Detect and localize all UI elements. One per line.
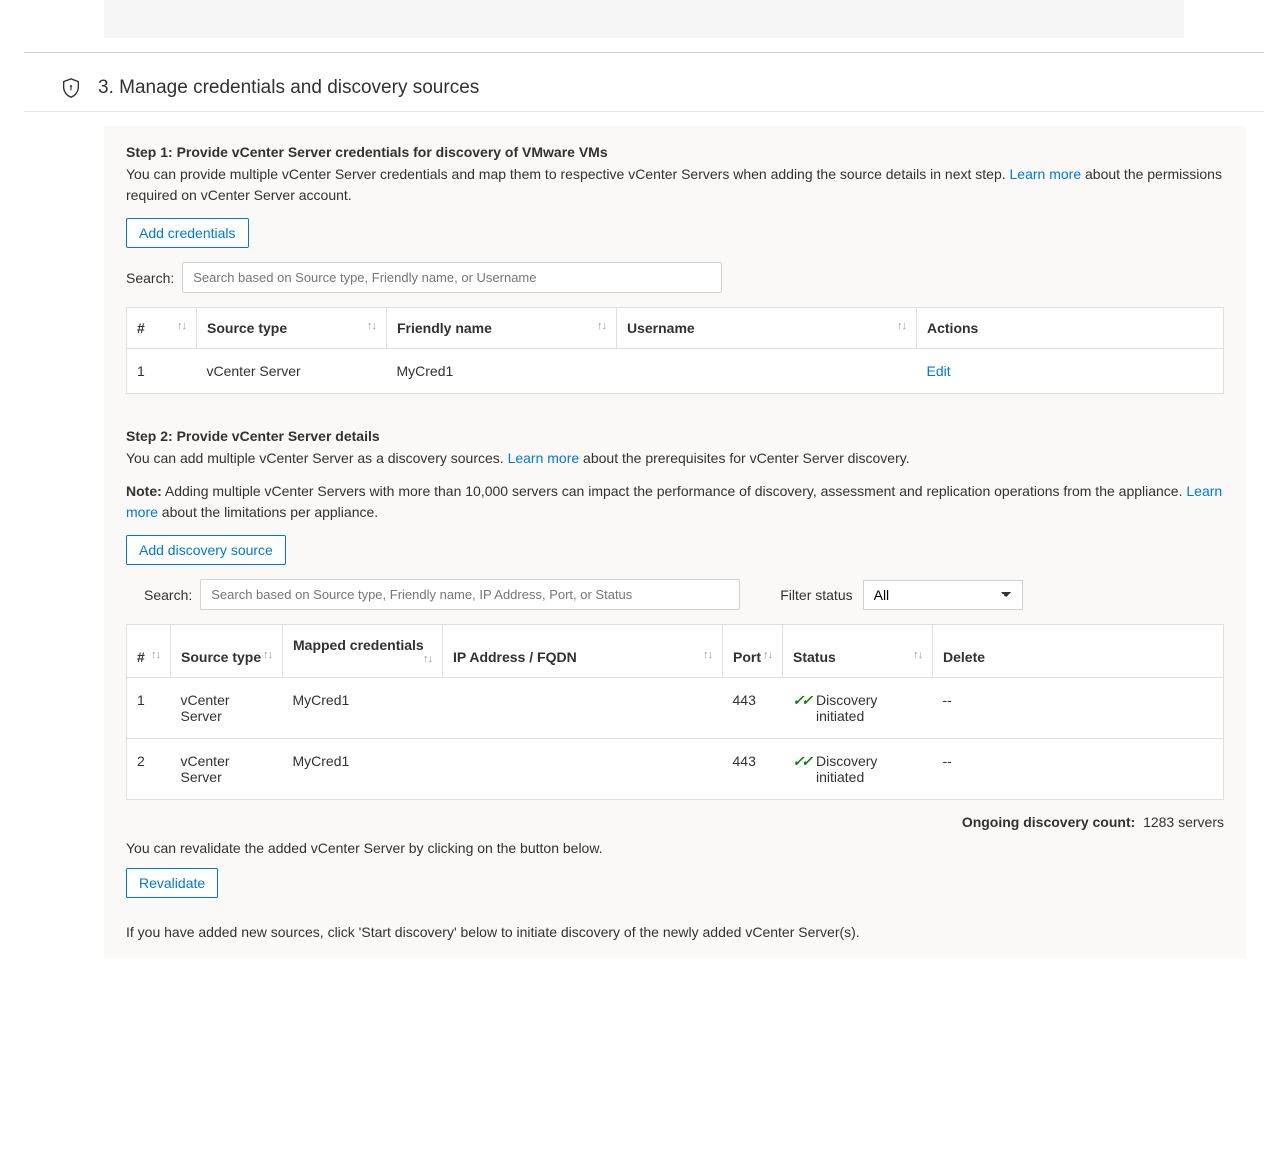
cell-ip — [443, 678, 723, 739]
step1-learn-more-link[interactable]: Learn more — [1010, 166, 1082, 182]
page-title: 3. Manage credentials and discovery sour… — [98, 77, 479, 99]
col-num-label: # — [137, 649, 145, 665]
note-post: about the limitations per appliance. — [158, 504, 378, 520]
revalidate-button[interactable]: Revalidate — [126, 868, 218, 898]
status-text: Discovery initiated — [816, 692, 923, 724]
filter-status-label: Filter status — [780, 587, 852, 603]
col-source-type[interactable]: Source type ↑↓ — [197, 308, 387, 349]
step2-note: Note: Adding multiple vCenter Servers wi… — [126, 481, 1224, 523]
note-label: Note: — [126, 483, 162, 499]
col-source-label: Source type — [207, 320, 287, 336]
cell-delete: -- — [933, 739, 1224, 800]
cell-ip — [443, 739, 723, 800]
col-actions-label: Actions — [927, 320, 978, 336]
status-text: Discovery initiated — [816, 753, 923, 785]
cell-mapped: MyCred1 — [283, 739, 443, 800]
cell-num: 1 — [127, 349, 197, 394]
sort-icon: ↑↓ — [177, 320, 186, 332]
cell-status: ✓✓ Discovery initiated — [783, 739, 933, 800]
table-row: 1 vCenter Server MyCred1 Edit — [127, 349, 1224, 394]
col-delete: Delete — [933, 625, 1224, 678]
step2-learn-more-link[interactable]: Learn more — [508, 450, 580, 466]
cell-source: vCenter Server — [197, 349, 387, 394]
cell-mapped: MyCred1 — [283, 678, 443, 739]
sort-icon: ↑↓ — [913, 649, 922, 661]
cell-delete: -- — [933, 678, 1224, 739]
revalidate-text: You can revalidate the added vCenter Ser… — [126, 840, 1224, 856]
col-username[interactable]: Username ↑↓ — [617, 308, 917, 349]
divider — [24, 52, 1264, 53]
col-ip-label: IP Address / FQDN — [453, 649, 577, 665]
cell-friendly: MyCred1 — [387, 349, 617, 394]
sources-table: # ↑↓ Source type↑↓ Mapped credentials↑↓ … — [126, 624, 1224, 800]
sort-icon: ↑↓ — [367, 320, 376, 332]
col-num[interactable]: # ↑↓ — [127, 625, 171, 678]
col-delete-label: Delete — [943, 649, 985, 665]
step2-description: You can add multiple vCenter Server as a… — [126, 448, 1224, 469]
step1-description: You can provide multiple vCenter Server … — [126, 164, 1224, 206]
sort-icon: ↑↓ — [263, 649, 272, 661]
col-ip[interactable]: IP Address / FQDN ↑↓ — [443, 625, 723, 678]
cell-status: ✓✓ Discovery initiated — [783, 678, 933, 739]
step1-search-input[interactable] — [182, 262, 722, 293]
col-port[interactable]: Port ↑↓ — [723, 625, 783, 678]
search-label: Search: — [144, 587, 192, 603]
filter-status-select[interactable]: All — [863, 580, 1023, 610]
table-row: 2 vCenter Server MyCred1 443 ✓✓ Discovery… — [127, 739, 1224, 800]
col-num-label: # — [137, 320, 145, 336]
cell-num: 2 — [127, 739, 171, 800]
shield-icon — [60, 77, 82, 99]
table-row: 1 vCenter Server MyCred1 443 ✓✓ Discovery… — [127, 678, 1224, 739]
col-actions: Actions — [917, 308, 1224, 349]
col-mapped[interactable]: Mapped credentials↑↓ — [283, 625, 443, 678]
step2-desc-post: about the prerequisites for vCenter Serv… — [579, 450, 909, 466]
cell-port: 443 — [723, 739, 783, 800]
step1-title: Step 1: Provide vCenter Server credentia… — [126, 144, 1224, 160]
add-discovery-source-button[interactable]: Add discovery source — [126, 535, 286, 565]
col-source-type[interactable]: Source type↑↓ — [171, 625, 283, 678]
col-status-label: Status — [793, 649, 836, 665]
ongoing-value: 1283 servers — [1143, 814, 1224, 830]
edit-link[interactable]: Edit — [927, 363, 951, 379]
col-port-label: Port — [733, 649, 761, 665]
section-header: 3. Manage credentials and discovery sour… — [24, 67, 1264, 112]
sort-icon: ↑↓ — [897, 320, 906, 332]
col-friendly-name[interactable]: Friendly name ↑↓ — [387, 308, 617, 349]
step2-desc-pre: You can add multiple vCenter Server as a… — [126, 450, 508, 466]
sort-icon: ↑↓ — [423, 653, 432, 665]
check-icon: ✓✓ — [793, 692, 810, 709]
final-text: If you have added new sources, click 'St… — [126, 924, 1224, 940]
cell-num: 1 — [127, 678, 171, 739]
cell-port: 443 — [723, 678, 783, 739]
step2-search-row: Search: Filter status All — [126, 579, 1224, 610]
col-source-label: Source type — [181, 649, 261, 665]
add-credentials-button[interactable]: Add credentials — [126, 218, 249, 248]
cell-source: vCenter Server — [171, 678, 283, 739]
sort-icon: ↑↓ — [151, 649, 160, 661]
step1-search-row: Search: — [126, 262, 1224, 293]
cell-username — [617, 349, 917, 394]
check-icon: ✓✓ — [793, 753, 810, 770]
col-mapped-label: Mapped credentials — [293, 637, 424, 653]
note-pre: Adding multiple vCenter Servers with mor… — [162, 483, 1187, 499]
top-spacer — [104, 0, 1184, 38]
col-status[interactable]: Status ↑↓ — [783, 625, 933, 678]
col-num[interactable]: # ↑↓ — [127, 308, 197, 349]
step2-title: Step 2: Provide vCenter Server details — [126, 428, 1224, 444]
sort-icon: ↑↓ — [703, 649, 712, 661]
sort-icon: ↑↓ — [763, 649, 772, 661]
col-friendly-label: Friendly name — [397, 320, 492, 336]
ongoing-discovery-count: Ongoing discovery count: 1283 servers — [126, 814, 1224, 830]
content-area: Step 1: Provide vCenter Server credentia… — [104, 126, 1246, 958]
cell-source: vCenter Server — [171, 739, 283, 800]
search-label: Search: — [126, 270, 174, 286]
col-username-label: Username — [627, 320, 695, 336]
ongoing-label: Ongoing discovery count: — [962, 814, 1135, 830]
step1-desc-pre: You can provide multiple vCenter Server … — [126, 166, 1010, 182]
sort-icon: ↑↓ — [597, 320, 606, 332]
credentials-table: # ↑↓ Source type ↑↓ Friendly name ↑↓ Userna… — [126, 307, 1224, 394]
step2-search-input[interactable] — [200, 579, 740, 610]
